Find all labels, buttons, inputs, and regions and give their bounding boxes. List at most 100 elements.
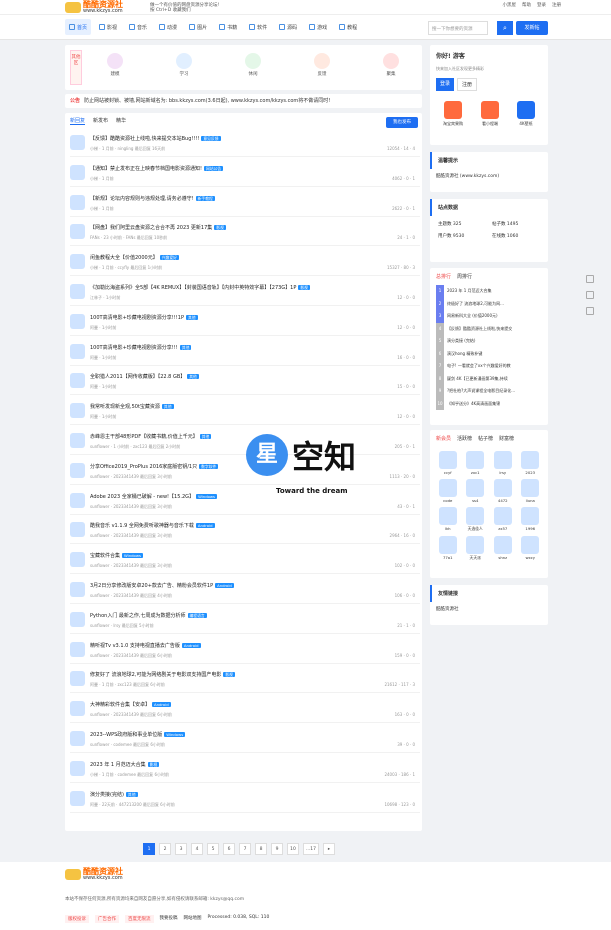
rank-item[interactable]: 5 演分类接 (完结) <box>436 335 542 348</box>
member-item[interactable]: 天选佳人 <box>464 507 488 532</box>
thread-tag[interactable]: Android <box>152 702 171 708</box>
page-button[interactable]: ...17 <box>303 843 320 855</box>
share-icon[interactable] <box>586 275 594 283</box>
tab-weekly-rank[interactable]: 周排行 <box>457 273 472 280</box>
avatar[interactable] <box>70 462 85 478</box>
rank-item[interactable]: 9 ?把杜柏?大声说课程全电影目纪录化... <box>436 385 542 398</box>
table-row[interactable]: 酷我音乐 v1.1.9 全网免费听歌神器与音乐下载 Android sunflowe… <box>70 518 420 545</box>
avatar[interactable] <box>70 313 85 329</box>
avatar[interactable] <box>70 194 85 210</box>
thread-title[interactable]: 全职猎人2011【网传收藏版】【22.8 GB】 其他 <box>90 373 199 380</box>
search-input[interactable]: 搜一下你想要的资源 <box>428 21 488 35</box>
rank-item[interactable]: 4 【反馈】酷酷资源社上线啦,快来提交 <box>436 322 542 335</box>
page-button[interactable]: 10 <box>287 843 299 855</box>
table-row[interactable]: 【通知】禁止发布正在上映春节档国电影资源通知! 网站公告 小梯 · 1 月前 4062… <box>70 161 420 187</box>
thread-title[interactable]: 100T高清电影+珍藏电视剧资源分享!!! 其他 <box>90 344 192 351</box>
rank-item[interactable]: 7 电子! 一看就会了xx个兴趣爱好的教 <box>436 360 542 373</box>
avatar[interactable] <box>70 433 85 448</box>
table-row[interactable]: 分享Office2019_ProPlus 2016家庭版密钥/1只 数字软件 sun… <box>70 459 420 485</box>
login-button[interactable]: 登录 <box>436 78 455 91</box>
app-item[interactable]: 4K壁纸 <box>517 101 535 127</box>
avatar[interactable] <box>70 164 85 180</box>
page-button[interactable]: 4 <box>191 843 203 855</box>
member-item[interactable]: 4472 <box>491 479 515 503</box>
member-tab[interactable]: 新会员 <box>436 435 451 442</box>
avatar[interactable] <box>70 284 85 299</box>
table-row[interactable]: Adobe 2023 全家桶已破解 - new!【15.2G】 Windows su… <box>70 489 420 515</box>
thread-tag[interactable]: 其他 <box>187 374 199 380</box>
thread-tag[interactable]: 网站公告 <box>204 165 224 171</box>
thread-title[interactable]: 2023--WPS政府版和事业单位版 Windows <box>90 731 186 738</box>
app-item[interactable]: 看小程端 <box>481 101 499 127</box>
table-row[interactable]: 精听视Tv v3.1.0 支持电视直播去广告版 Android sunflower … <box>70 638 420 664</box>
thread-title[interactable]: 【网盘】我们阿里云盘资源之合合不再 2023 更新17集 影视 <box>90 224 226 231</box>
thread-tag[interactable]: 其他 <box>125 791 138 797</box>
thread-title[interactable]: 大神精彩软件合集【安卓】 Android <box>90 701 171 708</box>
help-link[interactable]: 帮助 <box>522 2 531 8</box>
thread-tag[interactable]: 编程语言 <box>187 612 207 618</box>
avatar[interactable] <box>70 731 85 746</box>
table-row[interactable]: 【反馈】酷酷资源社上线啦,快来提交本站Bug!!!! 意见反馈 小梯 · 1 月前 … <box>70 131 420 157</box>
page-button[interactable]: 2 <box>159 843 171 855</box>
thread-tag[interactable]: 兴趣爱好 <box>159 255 179 261</box>
thread-tag[interactable]: Android <box>215 583 234 588</box>
page-button[interactable]: 8 <box>255 843 267 855</box>
table-row[interactable]: 全职猎人2011【网传收藏版】【22.8 GB】 其他 阿曼 · 1小时前 15 · … <box>70 369 420 396</box>
page-button[interactable]: 3 <box>175 843 187 855</box>
rank-item[interactable]: 8 疑剑 4K【已更新漫画第39集,持续 <box>436 372 542 385</box>
thread-tag[interactable]: Android <box>181 642 201 648</box>
thread-title[interactable]: 【反馈】酷酷资源社上线啦,快来提交本站Bug!!!! 意见反馈 <box>90 135 221 142</box>
page-button[interactable]: 1 <box>143 843 155 855</box>
site-logo[interactable]: 酷酷资源社 www.kkzys.com <box>65 0 123 14</box>
back-to-top-icon[interactable] <box>586 307 594 315</box>
category-item[interactable]: 建模 <box>100 53 130 77</box>
tab-new-reply[interactable]: 新回复 <box>70 117 86 125</box>
avatar[interactable] <box>70 611 85 627</box>
thread-tag[interactable]: 其他 <box>199 434 212 439</box>
thread-tag[interactable]: 影视 <box>214 225 226 231</box>
avatar[interactable] <box>70 373 85 389</box>
blacklist-link[interactable]: 小黑屋 <box>503 2 517 8</box>
links-text[interactable]: 酷酷资源社 <box>430 602 548 616</box>
thread-tag[interactable]: 其他 <box>179 344 192 350</box>
nav-item[interactable]: 图片 <box>185 19 211 35</box>
footer-link[interactable]: 广告合作 <box>95 915 119 923</box>
thread-title[interactable]: 【通知】禁止发布正在上映春节档国电影资源通知! 网站公告 <box>90 165 224 172</box>
member-item[interactable]: shnz <box>491 536 515 561</box>
thread-title[interactable]: 分享Office2019_ProPlus 2016家庭版密钥/1只 数字软件 <box>90 463 219 470</box>
nav-item[interactable]: 动漫 <box>155 19 181 35</box>
nav-item[interactable]: 源码 <box>275 19 301 35</box>
thread-title[interactable]: Python入门 最新之作,七周成为数据分析师 编程语言 <box>90 612 207 619</box>
category-item[interactable]: 反馈 <box>307 53 337 77</box>
rank-item[interactable]: 1 2023 年 1 月范迈大合集 <box>436 285 542 298</box>
avatar[interactable] <box>70 790 85 806</box>
table-row[interactable]: 【新规】论坛内容规则与违规处理,请务必遵守! 新手教程 小梯 · 1 月前 2622 … <box>70 191 420 217</box>
thread-title[interactable]: 精听视Tv v3.1.0 支持电视直播去广告版 Android <box>90 642 201 649</box>
member-tab[interactable]: 帖子榜 <box>478 435 493 442</box>
avatar[interactable] <box>70 522 85 538</box>
page-button[interactable]: 6 <box>223 843 235 855</box>
search-button[interactable]: ⌕ <box>497 21 513 35</box>
thread-tag[interactable]: Android <box>195 523 215 529</box>
table-row[interactable]: 我常听发现新全观,50t宝藏资源 其他 阿曼 · 1小时前 12 · 0 · 0 <box>70 399 420 426</box>
table-row[interactable]: 大神精彩软件合集【安卓】 Android sunflower · 202334143… <box>70 697 420 724</box>
tab-featured[interactable]: 精华 <box>116 117 126 125</box>
member-item[interactable]: ccyf <box>436 451 460 475</box>
thread-tag[interactable]: 新手教程 <box>195 195 215 201</box>
table-row[interactable]: 100T高清电影+珍藏电视剧资源分享!!! 其他 阿曼 · 1小时前 16 · 0 ·… <box>70 340 420 366</box>
avatar[interactable] <box>70 135 85 150</box>
table-row[interactable]: 闲鱼教程大全【价值2000元】 兴趣爱好 小梯 · 1 月前 · ccyfly 最后… <box>70 250 420 277</box>
page-button[interactable]: 9 <box>271 843 283 855</box>
rank-item[interactable]: 10 《知乎送分》4K高清画面集锦 <box>436 397 542 410</box>
rank-item[interactable]: 3 网易新科大全 (价值2000元) <box>436 310 542 323</box>
table-row[interactable]: 【网盘】我们阿里云盘资源之合合不再 2023 更新17集 影视 FANs · 23 … <box>70 220 420 247</box>
thread-title[interactable]: 宝藏软件合集 Windows <box>90 552 143 559</box>
thread-title[interactable]: 赤峰恩主干部48形PDF【收藏书籍,价值上千元】 其他 <box>90 433 212 440</box>
member-item[interactable]: 2023 <box>519 451 543 475</box>
nav-item[interactable]: 影视 <box>95 19 121 35</box>
member-tab[interactable]: 活跃榜 <box>457 435 472 442</box>
rank-item[interactable]: 6 演汉hong 精致补键 <box>436 347 542 360</box>
thread-tag[interactable]: 数字软件 <box>199 463 219 469</box>
thread-title[interactable]: 《加勒比海盗系列》全5部【4K REMUX】【封装国语音轨】【内封中英特效字幕】… <box>90 284 310 291</box>
thread-title[interactable]: 2023 年 1 月范迈大合集 影视 <box>90 761 160 768</box>
